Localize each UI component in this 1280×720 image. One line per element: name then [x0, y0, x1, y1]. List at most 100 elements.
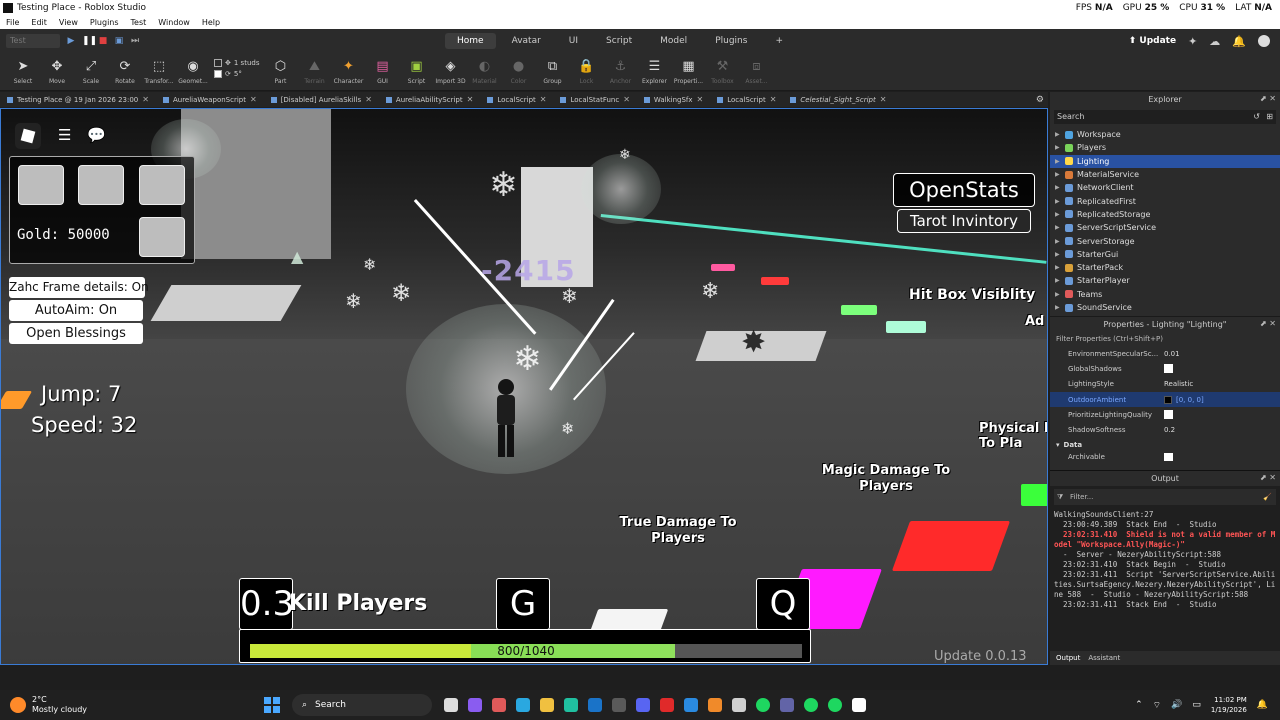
doc-tab[interactable]: WalkingSfx ✕: [637, 95, 710, 104]
explorer-item-replicatedfirst[interactable]: ▶ ReplicatedFirst: [1050, 194, 1280, 207]
menu-view[interactable]: View: [53, 18, 84, 27]
tool-character[interactable]: ✦ Character: [331, 53, 365, 86]
copilot-icon[interactable]: [468, 698, 482, 712]
chevron-right-icon[interactable]: ▶: [1055, 224, 1061, 231]
close-icon[interactable]: ✕: [1269, 473, 1276, 482]
vscode-icon[interactable]: [684, 698, 698, 712]
close-icon[interactable]: ✕: [250, 95, 257, 104]
snap-rotate-checkbox[interactable]: [214, 70, 222, 78]
clear-output-icon[interactable]: 🧹: [1263, 489, 1272, 505]
chevron-right-icon[interactable]: ▶: [1055, 211, 1061, 218]
close-icon[interactable]: ✕: [467, 95, 474, 104]
tab-avatar[interactable]: Avatar: [500, 33, 553, 49]
tab-script[interactable]: Script: [594, 33, 644, 49]
test-mode-select[interactable]: Test: [6, 34, 60, 48]
chevron-right-icon[interactable]: ▶: [1055, 158, 1061, 165]
avatar-icon[interactable]: [1258, 35, 1270, 47]
property-outdoorambient[interactable]: OutdoorAmbient [0, 0, 0]: [1050, 391, 1280, 408]
doc-tab[interactable]: LocalScript ✕: [710, 95, 783, 104]
chevron-right-icon[interactable]: ▶: [1055, 238, 1061, 245]
popout-icon[interactable]: ⬈: [1260, 94, 1267, 103]
inventory-slot-2[interactable]: [78, 165, 124, 205]
autoaim-toggle[interactable]: AutoAim: On: [9, 300, 143, 321]
explorer-item-materialservice[interactable]: ▶ MaterialService: [1050, 168, 1280, 181]
notification-bell-icon[interactable]: 🔔: [1232, 35, 1246, 48]
open-stats-button[interactable]: OpenStats: [893, 173, 1035, 207]
close-icon[interactable]: ✕: [365, 95, 372, 104]
explorer-item-workspace[interactable]: ▶ Workspace: [1050, 128, 1280, 141]
checkbox-checked[interactable]: [1164, 452, 1173, 461]
ability-key-q[interactable]: Q: [756, 578, 810, 630]
tab-add[interactable]: +: [763, 33, 795, 49]
menu-file[interactable]: File: [0, 18, 25, 27]
cooldown-slot[interactable]: 0.3: [239, 578, 294, 630]
explorer-item-startergui[interactable]: ▶ StarterGui: [1050, 248, 1280, 261]
tab-plugins[interactable]: Plugins: [703, 33, 759, 49]
opera-icon[interactable]: [660, 698, 674, 712]
chevron-right-icon[interactable]: ▶: [1055, 251, 1061, 258]
tool-explorer[interactable]: ☰ Explorer: [637, 53, 671, 86]
checkbox-checked[interactable]: [1164, 364, 1173, 374]
chevron-right-icon[interactable]: ▶: [1055, 277, 1061, 284]
close-icon[interactable]: ✕: [623, 95, 630, 104]
chevron-right-icon[interactable]: ▶: [1055, 171, 1061, 178]
explorer-item-players[interactable]: ▶ Players: [1050, 141, 1280, 154]
tool-scale[interactable]: ⤢ Scale: [74, 53, 108, 86]
chevron-right-icon[interactable]: ▶: [1055, 291, 1061, 298]
tool-lock[interactable]: 🔒 Lock: [569, 53, 603, 86]
outlook-icon[interactable]: [588, 698, 602, 712]
blender-icon[interactable]: [708, 698, 722, 712]
spotify-icon[interactable]: [756, 698, 770, 712]
ability-key-g[interactable]: G: [496, 578, 550, 630]
explorer-item-starterpack[interactable]: ▶ StarterPack: [1050, 261, 1280, 274]
pause-icon[interactable]: ❚❚: [82, 36, 97, 46]
filter-icon[interactable]: ⊞: [1266, 110, 1273, 124]
battery-icon[interactable]: ▭: [1192, 700, 1201, 710]
chevron-right-icon[interactable]: ▶: [1055, 144, 1061, 151]
tool-gui[interactable]: ▤ GUI: [365, 53, 399, 86]
explorer-item-replicatedstorage[interactable]: ▶ ReplicatedStorage: [1050, 208, 1280, 221]
explorer-item-lighting[interactable]: ▶ Lighting: [1050, 154, 1280, 168]
tool-terrain[interactable]: ⛰ Terrain: [297, 53, 331, 86]
snap-rotate-row[interactable]: ⟳ 5°: [214, 70, 259, 78]
snap-move-checkbox[interactable]: [214, 59, 222, 67]
close-icon[interactable]: ✕: [880, 95, 887, 104]
tab-ui[interactable]: UI: [557, 33, 590, 49]
popout-icon[interactable]: ⬈: [1260, 319, 1267, 328]
tool-transform[interactable]: ⬚ Transfor...: [142, 53, 176, 86]
spotify-icon[interactable]: [804, 698, 818, 712]
tab-assistant[interactable]: Assistant: [1088, 654, 1120, 662]
chat-icon[interactable]: 💬: [87, 126, 106, 144]
update-button[interactable]: ⬆ Update: [1129, 36, 1176, 46]
tool-anchor[interactable]: ⚓ Anchor: [603, 53, 637, 86]
close-icon[interactable]: ✕: [1269, 94, 1276, 103]
doc-tab[interactable]: [Disabled] AureliaSkills ✕: [264, 95, 379, 104]
collab-icon[interactable]: ✦: [1188, 35, 1197, 48]
volume-icon[interactable]: 🔊: [1171, 700, 1182, 710]
file-explorer-icon[interactable]: [540, 698, 554, 712]
edge-icon[interactable]: [516, 698, 530, 712]
menu-test[interactable]: Test: [125, 18, 153, 27]
task-view-icon[interactable]: [444, 698, 458, 712]
close-icon[interactable]: ✕: [770, 95, 777, 104]
start-button-icon[interactable]: [264, 697, 280, 713]
store-icon[interactable]: [492, 698, 506, 712]
doc-tab[interactable]: LocalStatFunc ✕: [553, 95, 636, 104]
roblox-logo-button[interactable]: [15, 123, 41, 149]
stop-icon[interactable]: ■: [98, 36, 108, 46]
menu-plugins[interactable]: Plugins: [84, 18, 125, 27]
game-viewport[interactable]: ❄ ❄ ❄ ❄ ❄ ❄ ❄ ❄ ❄ ✸ ▲ -2415 Hit Box Visi…: [0, 108, 1048, 665]
inventory-slot-4[interactable]: [139, 217, 185, 257]
history-icon[interactable]: ↺: [1253, 110, 1260, 124]
notification-icon[interactable]: 🔔: [1257, 700, 1268, 710]
play-icon[interactable]: ▶: [66, 36, 76, 46]
open-blessings-button[interactable]: Open Blessings: [9, 323, 143, 344]
chevron-right-icon[interactable]: ▶: [1055, 131, 1061, 138]
explorer-item-teams[interactable]: ▶ Teams: [1050, 288, 1280, 301]
discord-icon[interactable]: [636, 698, 650, 712]
chevron-up-icon[interactable]: ⌃: [1135, 700, 1143, 710]
tool-import3d[interactable]: ◈ Import 3D: [433, 53, 467, 86]
tool-asset[interactable]: ⧈ Asset...: [739, 53, 773, 86]
property-globalshadows[interactable]: GlobalShadows: [1050, 361, 1280, 376]
close-icon[interactable]: ✕: [142, 95, 149, 104]
